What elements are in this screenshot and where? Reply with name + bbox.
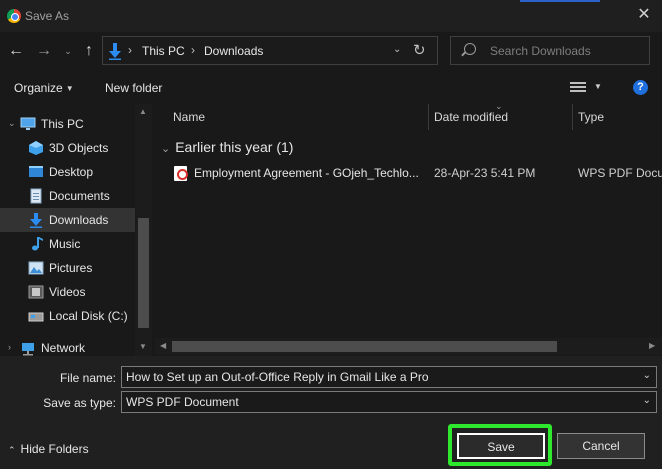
scroll-down-icon[interactable]: ▼ [139, 342, 147, 351]
view-options-icon[interactable] [570, 82, 586, 93]
recent-locations-chevron-icon[interactable]: ⌄ [58, 41, 78, 61]
download-icon [109, 43, 121, 60]
sidebar-item-label: This PC [41, 117, 84, 131]
breadcrumb-separator-icon: › [128, 43, 132, 57]
chevron-down-icon[interactable]: ⌄ [643, 395, 651, 406]
cancel-button[interactable]: Cancel [557, 433, 645, 459]
title-accent-line [520, 0, 600, 2]
close-icon[interactable]: ✕ [634, 5, 654, 25]
network-icon [22, 343, 34, 356]
chevron-down-icon[interactable]: ⌄ [643, 370, 651, 381]
breadcrumb-downloads[interactable]: Downloads [204, 44, 263, 58]
sidebar-item-network[interactable]: › Network [0, 336, 135, 356]
file-type: WPS PDF Docum [578, 166, 662, 180]
file-row[interactable]: Employment Agreement - GOjeh_Techlo... 2… [171, 162, 662, 184]
scrollbar-thumb[interactable] [172, 341, 557, 352]
hide-folders-label: Hide Folders [20, 442, 89, 456]
sidebar-item-desktop[interactable]: Desktop [0, 160, 135, 184]
up-arrow-icon[interactable]: ↑ [79, 41, 99, 61]
hide-folders-button[interactable]: ⌃ Hide Folders [8, 442, 89, 456]
sidebar-item-3d-objects[interactable]: 3D Objects [0, 136, 135, 160]
navigation-pane: ⌄ This PC 3D Objects Desktop Documents D… [0, 104, 152, 356]
scroll-left-icon[interactable]: ◀ [160, 341, 166, 350]
expander-chevron-icon[interactable]: › [8, 342, 11, 352]
organize-label: Organize [14, 81, 63, 95]
sidebar-item-videos[interactable]: Videos [0, 280, 135, 304]
pdf-file-icon [174, 166, 188, 181]
cube-icon [29, 141, 43, 155]
save-button[interactable]: Save [457, 433, 545, 459]
search-placeholder: Search Downloads [490, 44, 591, 58]
address-bar[interactable]: › This PC › Downloads ⌄ ↻ [102, 36, 438, 65]
sidebar-item-label: Local Disk (C:) [49, 309, 128, 323]
chevron-up-icon: ⌃ [8, 445, 16, 455]
file-name-value: How to Set up an Out-of-Office Reply in … [126, 370, 429, 384]
file-name-label: File name: [59, 371, 116, 385]
sidebar-item-label: Desktop [49, 165, 94, 179]
refresh-icon[interactable]: ↻ [413, 41, 426, 59]
download-icon [30, 213, 42, 228]
desktop-icon [29, 166, 43, 177]
title-bar: Save As ✕ [0, 0, 662, 32]
sidebar-item-downloads[interactable]: Downloads [0, 208, 135, 232]
save-as-type-value: WPS PDF Document [126, 395, 239, 409]
scroll-right-icon[interactable]: ▶ [649, 341, 655, 350]
scroll-up-icon[interactable]: ▲ [139, 107, 147, 116]
music-note-icon [32, 237, 43, 251]
address-dropdown-chevron-icon[interactable]: ⌄ [393, 44, 401, 55]
search-icon [464, 43, 476, 55]
column-header-type[interactable]: Type [578, 110, 604, 124]
save-as-type-select[interactable]: WPS PDF Document ⌄ [121, 391, 657, 413]
view-caret-down-icon[interactable]: ▼ [594, 82, 602, 91]
help-icon[interactable]: ? [633, 80, 648, 95]
sidebar-item-label: Documents [49, 189, 110, 203]
column-header-date-modified[interactable]: Date modified [434, 110, 508, 124]
column-divider[interactable] [572, 104, 573, 130]
file-date-modified: 28-Apr-23 5:41 PM [434, 166, 536, 180]
file-name-field[interactable]: How to Set up an Out-of-Office Reply in … [121, 366, 657, 388]
document-icon [30, 188, 42, 204]
breadcrumb-this-pc[interactable]: This PC [142, 44, 185, 58]
sidebar-item-label: Music [49, 237, 81, 251]
collapse-chevron-icon: ⌄ [161, 143, 171, 155]
film-icon [28, 285, 44, 299]
picture-icon [28, 261, 44, 275]
window-title: Save As [25, 9, 70, 23]
monitor-icon [20, 117, 36, 130]
command-toolbar: Organize ▼ New folder ▼ ? [0, 70, 662, 104]
sidebar-item-label: Network [41, 341, 86, 355]
sidebar-item-label: Videos [49, 285, 86, 299]
group-header[interactable]: ⌄ Earlier this year (1) [161, 139, 293, 155]
file-name: Employment Agreement - GOjeh_Techlo... [194, 166, 419, 180]
sidebar-item-documents[interactable]: Documents [0, 184, 135, 208]
navigation-bar: ← → ⌄ ↑ › This PC › Downloads ⌄ ↻ Search… [0, 32, 662, 70]
search-input[interactable]: Search Downloads [450, 36, 650, 65]
sidebar-item-local-disk[interactable]: Local Disk (C:) [0, 304, 135, 328]
sidebar-item-label: 3D Objects [49, 141, 109, 155]
sidebar-item-this-pc[interactable]: ⌄ This PC [0, 112, 135, 136]
expander-chevron-icon[interactable]: ⌄ [8, 118, 16, 129]
chrome-icon [7, 9, 21, 23]
file-list: Name ⌄ Date modified Type ⌄ Earlier this … [155, 101, 662, 356]
sidebar-item-music[interactable]: Music [0, 232, 135, 256]
group-header-label: Earlier this year (1) [175, 139, 294, 155]
organize-button[interactable]: Organize ▼ [14, 81, 74, 95]
new-folder-button[interactable]: New folder [105, 81, 162, 95]
breadcrumb-separator-icon: › [191, 43, 195, 57]
sidebar-item-pictures[interactable]: Pictures [0, 256, 135, 280]
sidebar-item-label: Downloads [49, 213, 109, 227]
back-arrow-icon[interactable]: ← [6, 41, 26, 61]
scrollbar-thumb[interactable] [138, 218, 149, 328]
file-list-horizontal-scrollbar[interactable]: ◀ ▶ [155, 338, 662, 355]
sidebar-item-label: Pictures [49, 261, 93, 275]
column-divider[interactable] [428, 104, 429, 130]
drive-icon [28, 312, 44, 322]
column-header-name[interactable]: Name [173, 110, 205, 124]
caret-down-icon: ▼ [65, 84, 74, 93]
save-as-type-label: Save as type: [43, 396, 116, 410]
navigation-pane-scrollbar[interactable]: ▲ ▼ [135, 104, 152, 356]
forward-arrow-icon[interactable]: → [34, 41, 54, 61]
